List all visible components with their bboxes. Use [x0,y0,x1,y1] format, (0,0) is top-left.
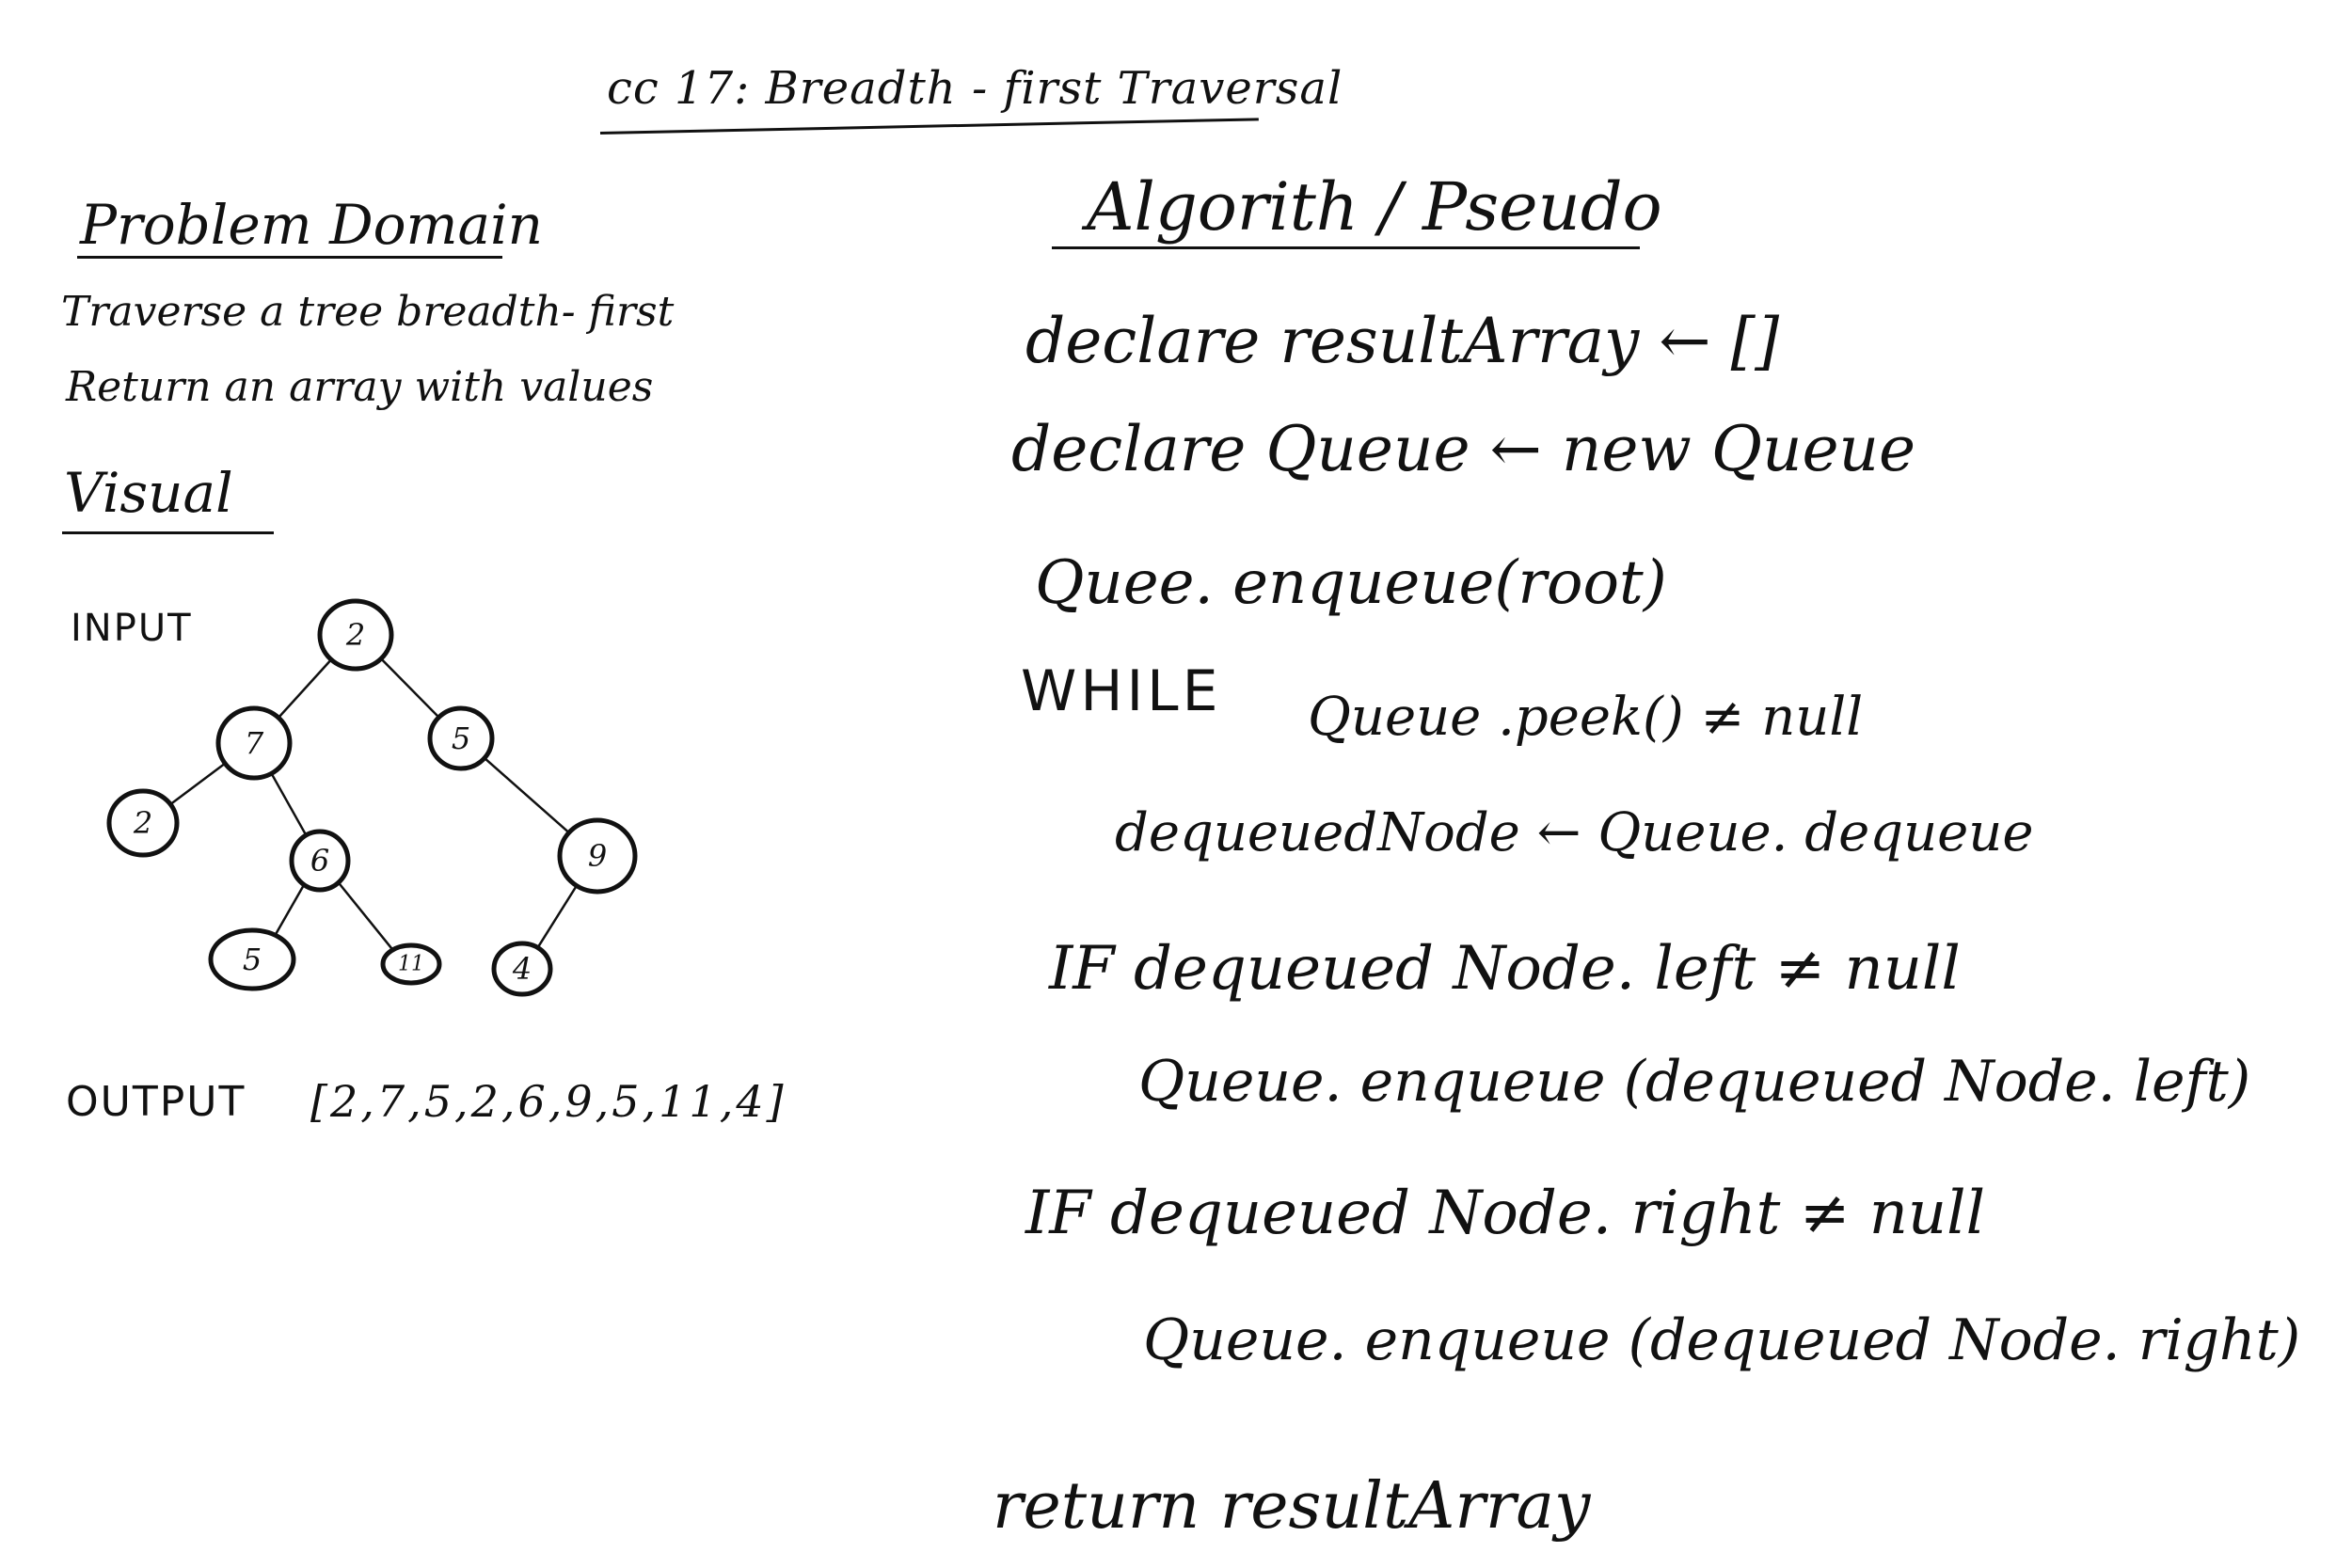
tree-node: 9 [557,817,638,895]
tree-node-label: 2 [345,617,365,653]
tree-edge [167,761,228,807]
pseudo-line: Queue. enqueue (dequeued Node. left) [1138,1049,2251,1115]
whiteboard-page: cc 17: Breadth - first Traversal Problem… [0,0,2352,1568]
tree-edge [482,755,572,835]
pseudo-line-return: return resultArray [993,1469,1591,1544]
algorithm-heading: Algorith / Pseudo [1087,168,1662,245]
tree-edge [269,770,309,838]
pseudo-line: declare Queue ← new Queue [1011,413,1916,485]
tree-edges [167,656,580,952]
tree-node-label: 5 [452,721,470,756]
tree-node: 6 [289,829,351,893]
tree-edge [276,657,334,721]
tree-node: 7 [215,705,293,781]
output-label: OUTPUT [66,1078,246,1126]
pseudo-line-while: WHILE [1021,658,1222,724]
pseudo-line-while-condition: Queue .peek() ≠ null [1308,687,1864,748]
tree-node-label: 4 [512,951,532,987]
tree-edge [535,882,580,950]
tree-node-label: 2 [133,805,152,841]
tree-nodes: 2 7 5 2 6 9 5 11 4 [106,598,638,997]
tree-node: 2 [317,598,394,672]
tree-edge [336,879,395,952]
pseudo-line: declare resultArray ← [] [1025,305,1780,377]
tree-node: 11 [380,942,442,986]
tree-node: 5 [208,927,296,991]
tree-node-label: 7 [245,725,264,761]
pseudo-line: IF dequeued Node. right ≠ null [1025,1179,1986,1248]
pseudo-line: IF dequeued Node. left ≠ null [1049,934,1961,1004]
tree-node: 5 [427,705,495,771]
tree-node-label: 6 [310,843,329,879]
tree-node: 2 [106,788,180,858]
tree-edge [273,882,307,938]
tree-node-label: 9 [588,838,607,874]
tree-node-label: 5 [243,942,262,977]
tree-node-label: 11 [398,953,424,976]
tree-node: 4 [491,941,553,997]
pseudo-line: Quee. enqueue(root) [1035,548,1667,618]
output-array: [2,7,5,2,6,9,5,11,4] [310,1076,787,1127]
algorithm-underline [1052,246,1640,249]
pseudo-line: Queue. enqueue (dequeued Node. right) [1143,1307,2301,1373]
pseudo-line: dequeuedNode ← Queue. dequeue [1115,802,2034,863]
tree-edge [378,656,441,720]
